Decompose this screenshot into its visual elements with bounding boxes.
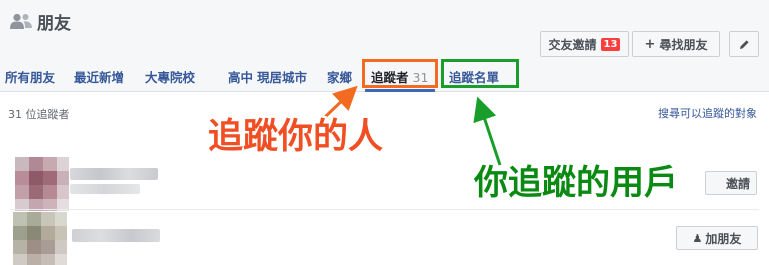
add-friend-button[interactable]: ♟ 加朋友: [676, 226, 758, 250]
blurred-user-name[interactable]: [72, 229, 160, 242]
blurred-user-subtitle: [70, 184, 140, 194]
tab-recently-added[interactable]: 最近新增: [74, 67, 124, 86]
avatar[interactable]: [13, 212, 67, 265]
tab-current-city[interactable]: 現居城市: [257, 67, 307, 86]
friend-requests-label: 交友邀請: [548, 37, 597, 52]
avatar[interactable]: [15, 157, 69, 211]
pencil-icon: [739, 39, 749, 49]
tab-hometown[interactable]: 家鄉: [327, 67, 352, 86]
friend-requests-button[interactable]: 交友邀請 13: [540, 31, 629, 57]
page-title: 朋友: [37, 14, 71, 34]
tab-high-school[interactable]: 高中: [228, 67, 253, 86]
row-divider: [10, 209, 759, 210]
orange-highlight-box: [362, 59, 438, 88]
followers-count: 31 位追蹤者: [8, 108, 70, 121]
blurred-user-name[interactable]: [70, 168, 158, 180]
edit-button[interactable]: [729, 31, 759, 57]
find-friends-label: 尋找朋友: [659, 37, 708, 52]
cancel-request-button[interactable]: 邀請: [705, 171, 757, 195]
annotation-followers: 追蹤你的人: [208, 117, 384, 157]
plus-icon: +: [644, 36, 656, 52]
cancel-request-label: 邀請: [725, 176, 750, 191]
friends-icon: [10, 13, 32, 29]
green-highlight-box: [441, 59, 519, 88]
tab-all-friends[interactable]: 所有朋友: [5, 67, 55, 86]
friend-requests-badge: 13: [600, 37, 621, 51]
annotation-following: 你追蹤的用戶: [474, 163, 678, 203]
add-friend-icon: ♟: [692, 231, 703, 245]
find-friends-button[interactable]: + 尋找朋友: [632, 31, 720, 57]
tab-college[interactable]: 大專院校: [145, 67, 195, 86]
active-tab-underline: [365, 89, 435, 92]
add-friend-label: 加朋友: [705, 231, 742, 246]
search-followable-link[interactable]: 搜尋可以追蹤的對象: [658, 105, 757, 121]
